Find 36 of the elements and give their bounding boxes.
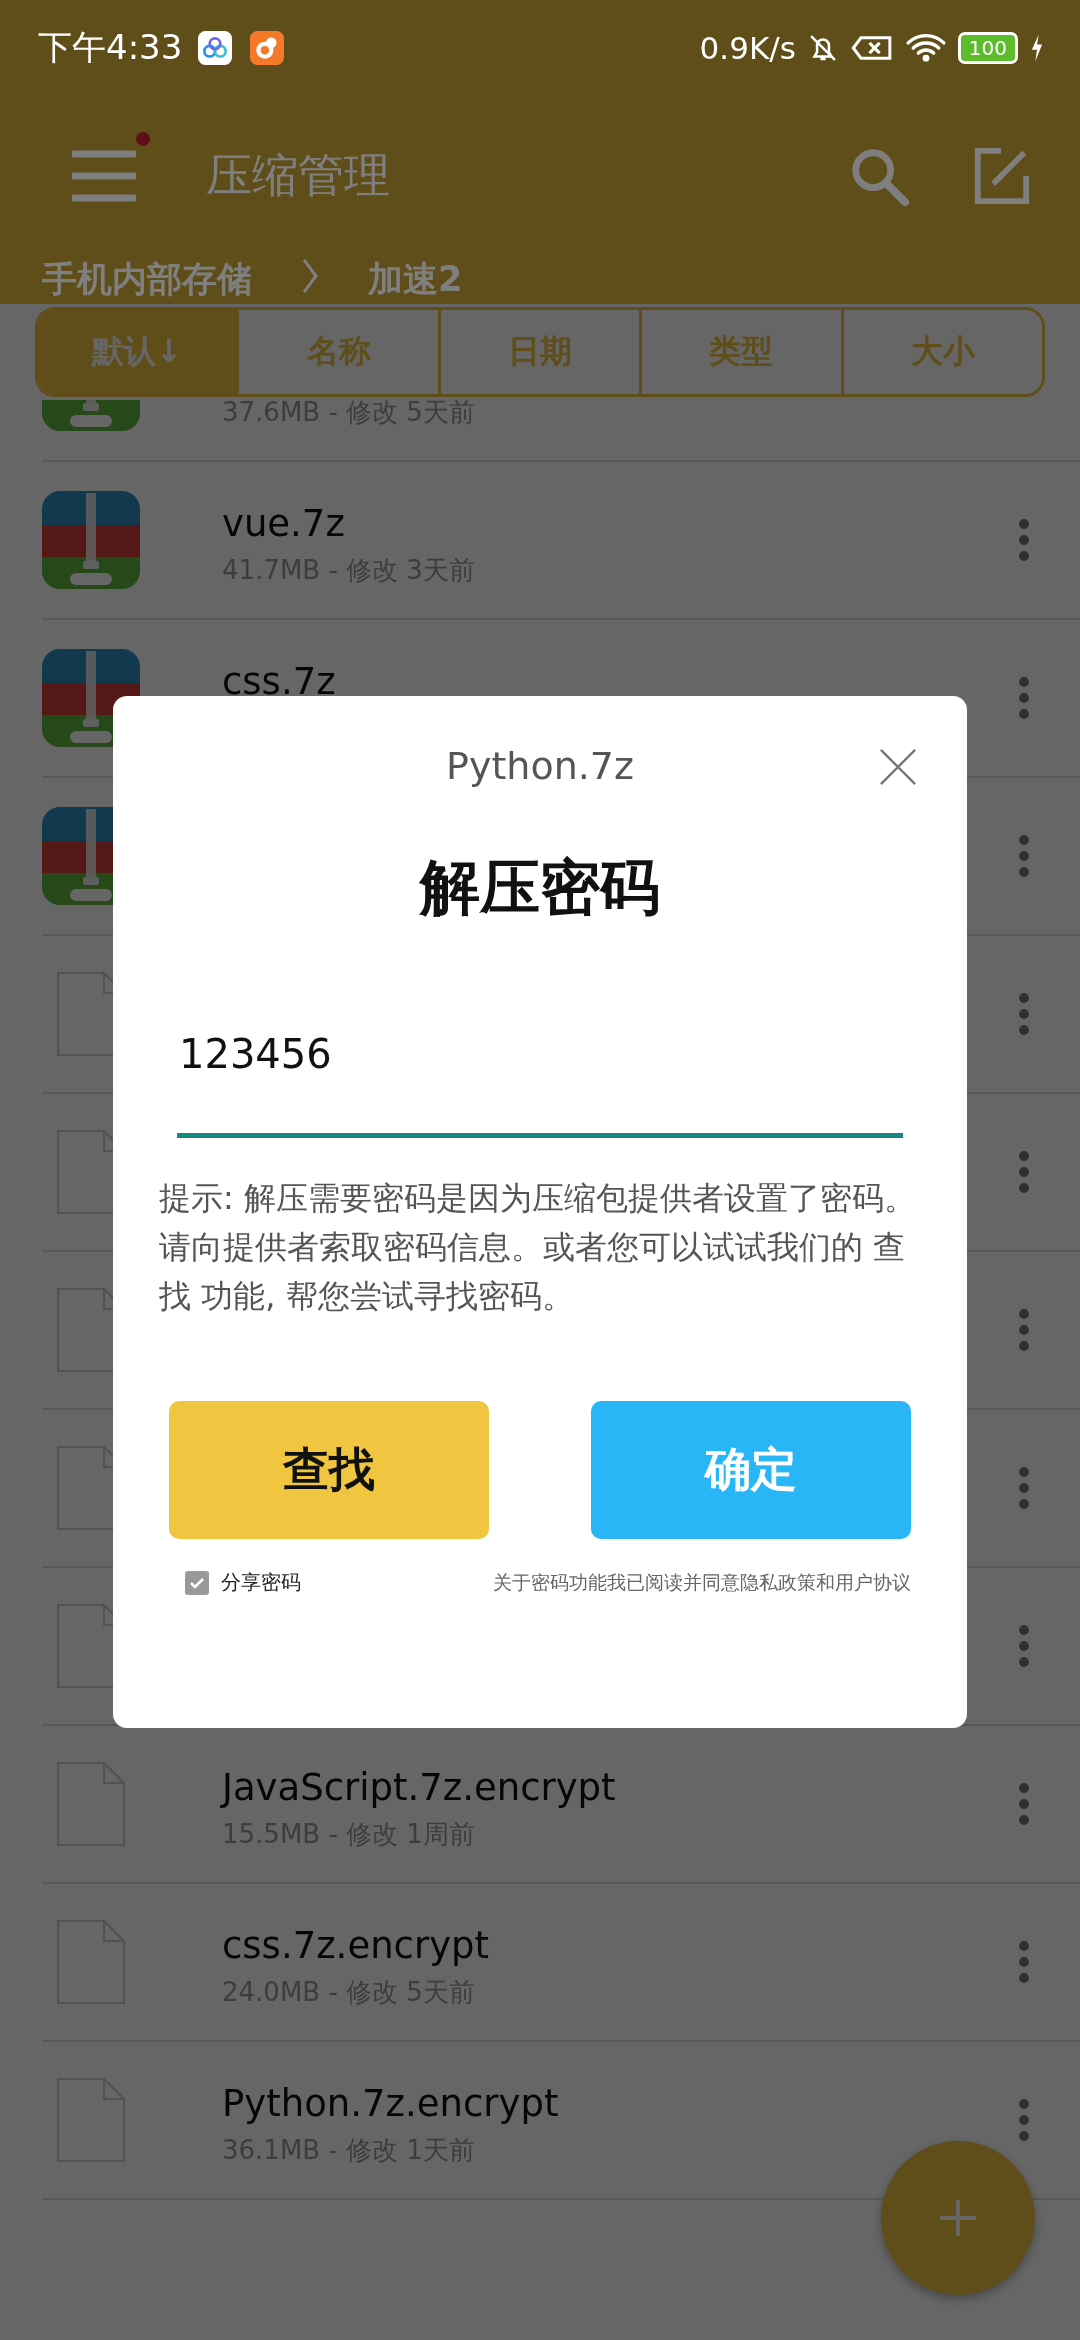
dialog-file-name: Python.7z bbox=[446, 744, 634, 788]
more-options-icon[interactable] bbox=[1018, 1150, 1030, 1194]
more-options-icon[interactable] bbox=[1018, 1782, 1030, 1826]
dialog-title: 解压密码 bbox=[418, 851, 661, 924]
file-name: vue.7z bbox=[222, 502, 346, 545]
breadcrumb-item[interactable]: 加速2 bbox=[368, 256, 463, 303]
file-name: css.7z bbox=[222, 660, 336, 703]
more-options-icon[interactable] bbox=[1018, 834, 1030, 878]
plus-icon bbox=[938, 2198, 978, 2238]
agreement-text: 关于密码功能我已阅读并同意隐私政策和用户协议 bbox=[493, 1569, 911, 1595]
more-options-icon[interactable] bbox=[1018, 992, 1030, 1036]
sort-tab[interactable]: 大小 bbox=[840, 310, 1042, 394]
zip-archive-icon bbox=[42, 491, 140, 589]
share-checkbox[interactable] bbox=[185, 1570, 209, 1595]
close-icon[interactable] bbox=[879, 748, 917, 786]
more-options-icon[interactable] bbox=[1018, 1308, 1030, 1352]
more-options-icon[interactable] bbox=[1018, 1624, 1030, 1668]
sort-tab[interactable]: 默认↓ bbox=[38, 310, 237, 394]
app-title: 压缩管理 bbox=[206, 147, 390, 204]
more-options-icon[interactable] bbox=[1018, 2098, 1030, 2142]
cloud-app-icon bbox=[198, 31, 233, 65]
network-speed: 0.9K/s bbox=[699, 30, 796, 66]
more-options-icon[interactable] bbox=[1018, 676, 1030, 720]
status-time: 下午4:33 bbox=[38, 26, 183, 69]
find-button[interactable]: 查找 bbox=[169, 1401, 489, 1539]
more-options-icon[interactable] bbox=[1018, 518, 1030, 562]
confirm-button[interactable]: 确定 bbox=[591, 1401, 911, 1539]
file-name: css.7z.encrypt bbox=[222, 1924, 490, 1967]
battery-level: 100 bbox=[957, 32, 1018, 64]
share-password-label: 分享密码 bbox=[221, 1569, 301, 1596]
hint-text: 提示: 解压需要密码是因为压缩包提供者设置了密码。请向提供者索取密码信息。或者您可以试试我们的 查找 功能, 帮您尝试寻找密码。 bbox=[159, 1178, 917, 1317]
breadcrumb-item[interactable]: 手机内部存储 bbox=[42, 256, 252, 303]
more-options-icon[interactable] bbox=[1018, 1466, 1030, 1510]
file-name: Python.7z.encrypt bbox=[222, 2082, 559, 2125]
file-name: JavaScript.7z.encrypt bbox=[222, 1766, 616, 1809]
more-options-icon[interactable] bbox=[1018, 1940, 1030, 1984]
